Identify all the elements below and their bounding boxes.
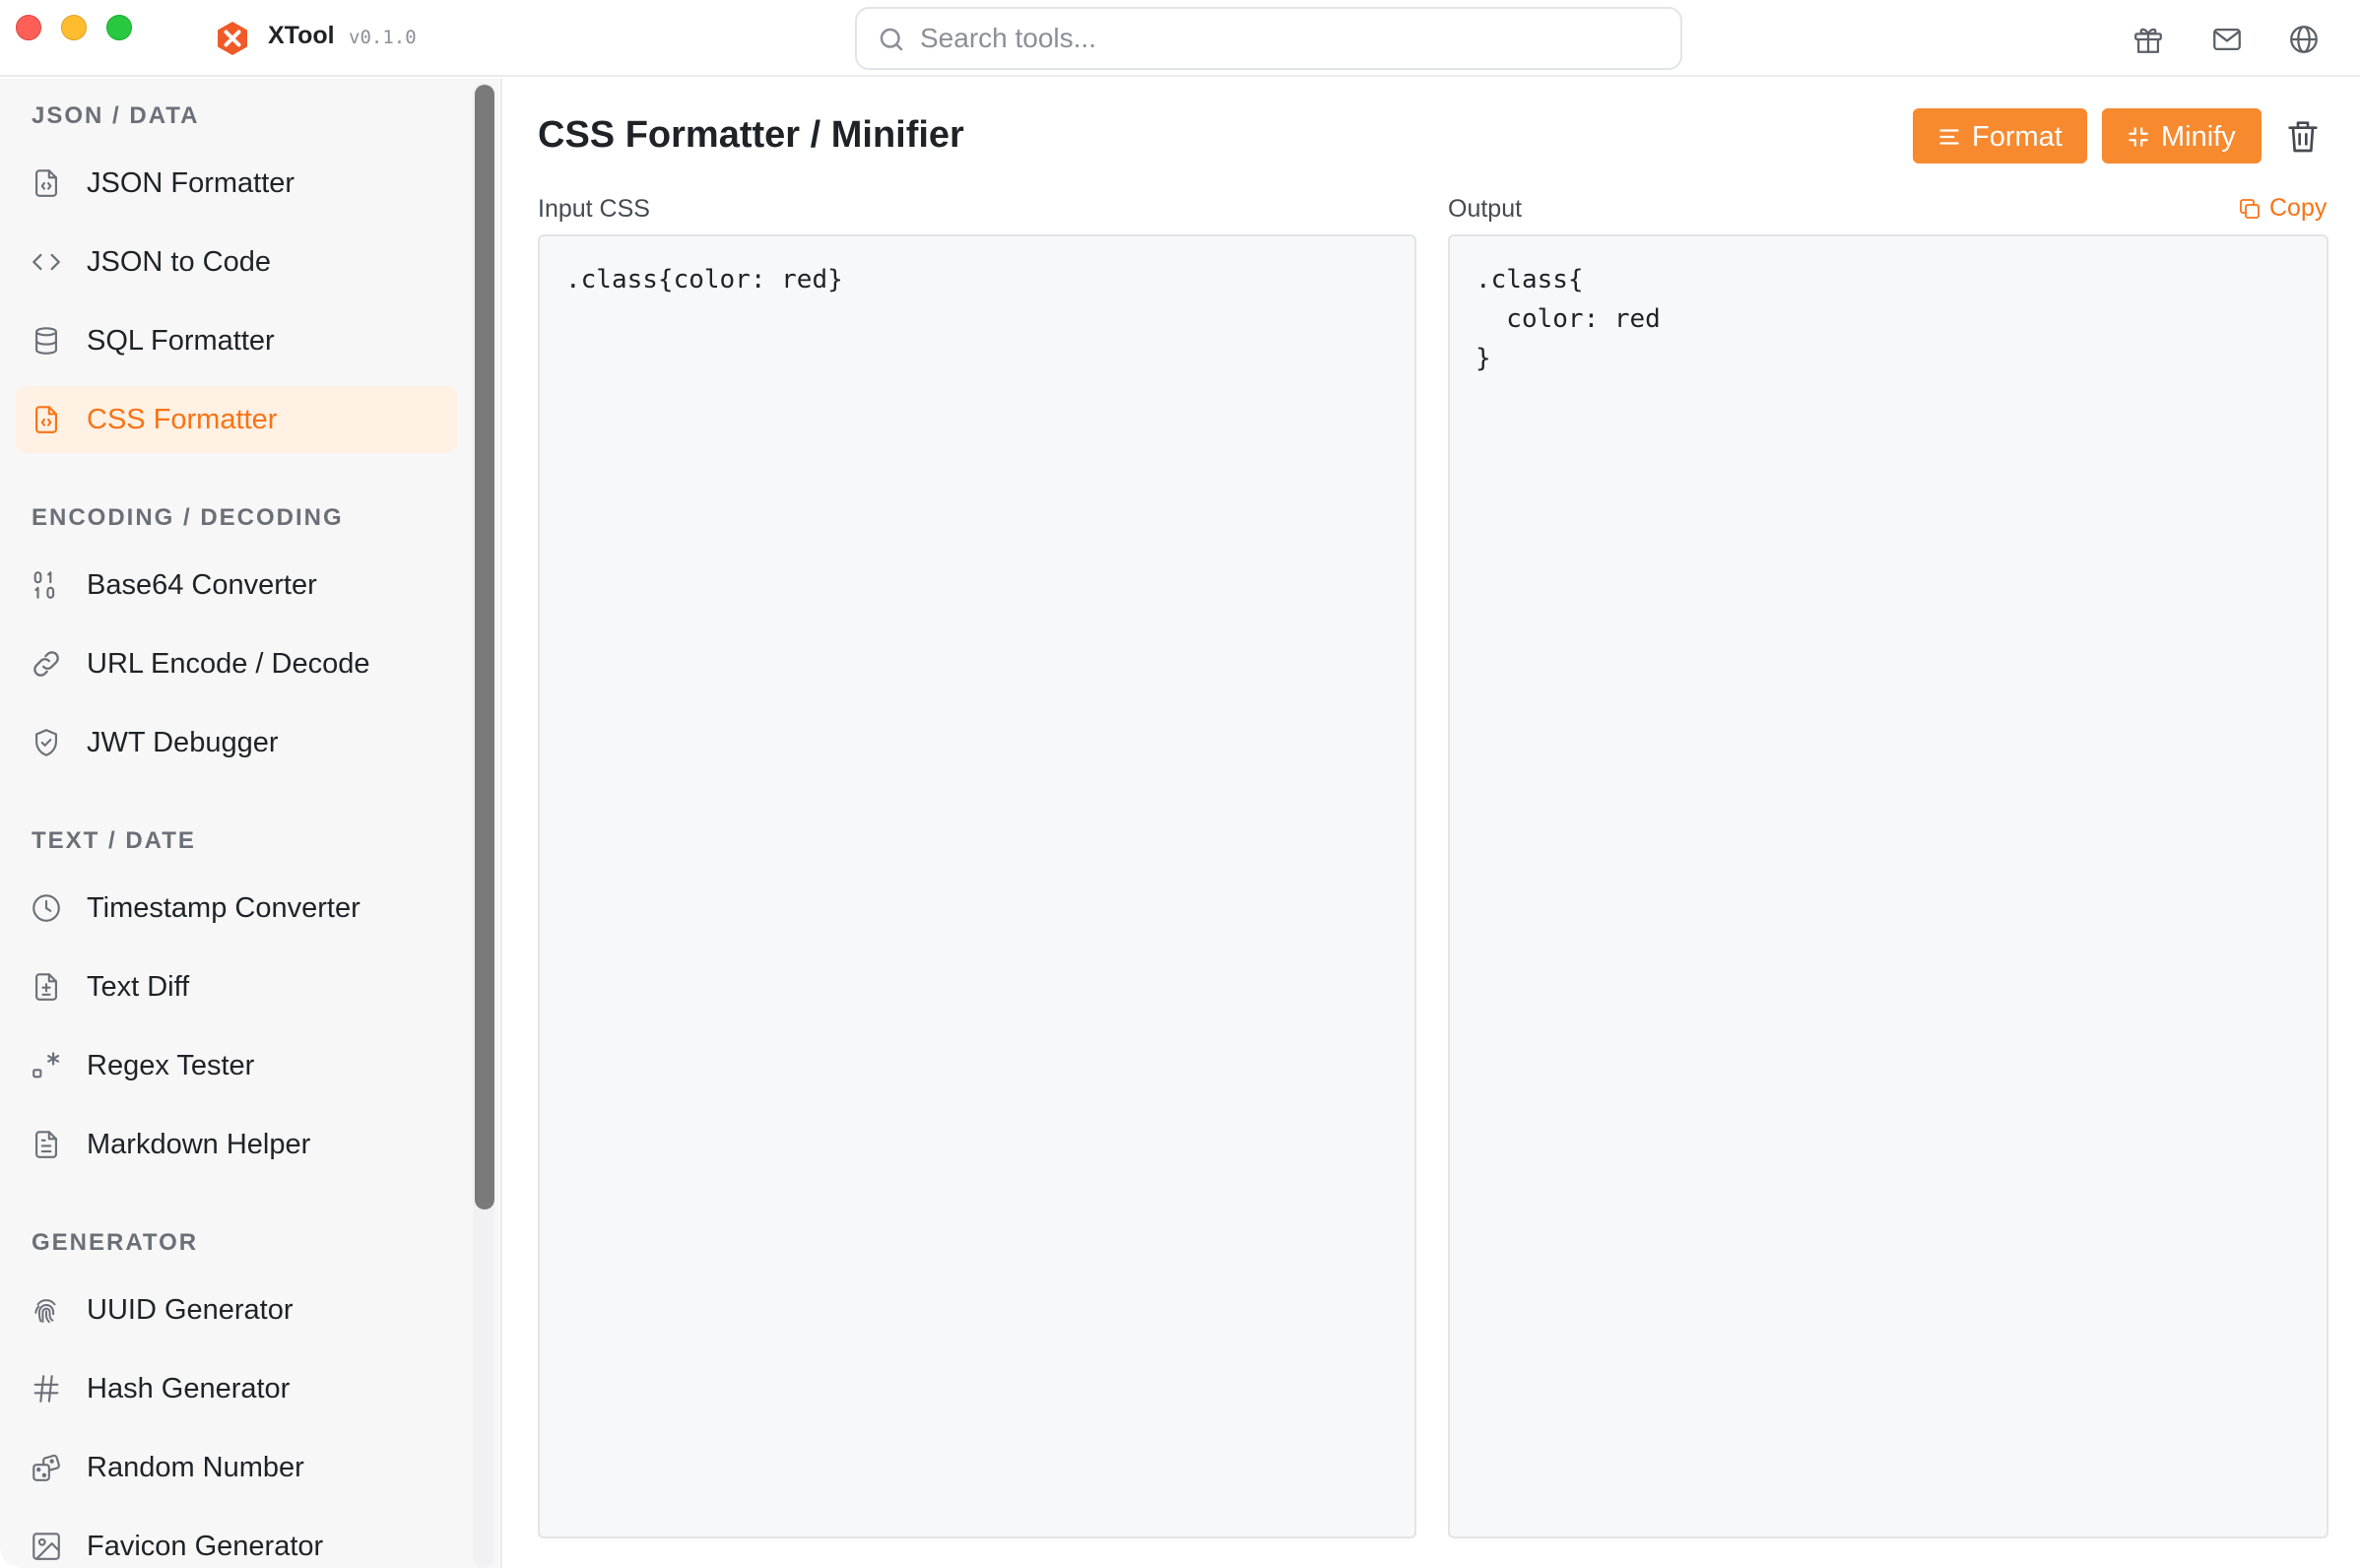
sidebar-item-sql-formatter[interactable]: SQL Formatter <box>16 307 457 374</box>
page-title: CSS Formatter / Minifier <box>538 114 964 156</box>
title-bar: XTool v0.1.0 <box>0 0 2360 77</box>
copy-button-label: Copy <box>2269 194 2327 222</box>
search-icon <box>880 28 903 51</box>
app-name: XTool <box>268 22 335 49</box>
sidebar-item-hash-generator[interactable]: Hash Generator <box>16 1355 457 1422</box>
input-css-label: Input CSS <box>538 195 650 223</box>
globe-icon[interactable] <box>2287 23 2321 56</box>
sidebar-item-css-formatter[interactable]: CSS Formatter <box>16 386 457 453</box>
dice-icon <box>33 1454 60 1481</box>
sidebar-item-label: SQL Formatter <box>87 325 275 357</box>
image-icon <box>33 1533 60 1560</box>
copy-button[interactable]: Copy <box>2238 193 2356 225</box>
sidebar-scrollbar-thumb[interactable] <box>475 85 494 1209</box>
sidebar-item-text-diff[interactable]: Text Diff <box>16 953 457 1020</box>
sidebar-item-label: JWT Debugger <box>87 727 279 758</box>
section-title-text-date: TEXT / DATE <box>32 827 196 854</box>
file-code-icon <box>35 406 57 433</box>
format-button-label: Format <box>1972 121 2063 153</box>
sidebar-item-regex-tester[interactable]: Regex Tester <box>16 1032 457 1099</box>
sidebar-item-markdown-helper[interactable]: Markdown Helper <box>16 1111 457 1178</box>
sidebar-item-label: Hash Generator <box>87 1373 291 1405</box>
regex-icon <box>33 1052 60 1078</box>
section-title-generator: GENERATOR <box>32 1229 199 1256</box>
sidebar-item-label: Favicon Generator <box>87 1531 324 1562</box>
format-button[interactable]: Format <box>1913 108 2087 163</box>
file-code-icon <box>35 169 57 197</box>
sidebar-item-url-encode-decode[interactable]: URL Encode / Decode <box>16 630 457 697</box>
section-title-json-data: JSON / DATA <box>32 102 200 129</box>
sidebar-item-json-to-code[interactable]: JSON to Code <box>16 229 457 295</box>
sidebar-item-favicon-generator[interactable]: Favicon Generator <box>16 1513 457 1568</box>
input-css-editor[interactable]: .class{color: red} <box>538 234 1416 1538</box>
sidebar-item-uuid-generator[interactable]: UUID Generator <box>16 1276 457 1343</box>
sidebar-item-timestamp-converter[interactable]: Timestamp Converter <box>16 875 457 942</box>
app-window: XTool v0.1.0 JSON / DATA JSON Formatter <box>0 0 2360 1568</box>
sidebar-item-label: Timestamp Converter <box>87 892 361 924</box>
database-icon <box>35 327 57 355</box>
minify-button[interactable]: Minify <box>2102 108 2262 163</box>
copy-icon <box>2240 199 2260 219</box>
sidebar-item-jwt-debugger[interactable]: JWT Debugger <box>16 709 457 776</box>
main-content: CSS Formatter / Minifier Format Minify I… <box>504 79 2360 1568</box>
output-css-viewer[interactable]: .class{ color: red } <box>1448 234 2328 1538</box>
clock-icon <box>33 894 60 922</box>
minify-button-label: Minify <box>2161 121 2236 153</box>
sidebar-item-json-formatter[interactable]: JSON Formatter <box>16 150 457 217</box>
search-box[interactable] <box>855 7 1682 70</box>
align-left-icon <box>1939 129 1959 145</box>
window-zoom-button[interactable] <box>106 15 132 40</box>
section-title-encoding-decoding: ENCODING / DECODING <box>32 504 344 531</box>
sidebar-item-label: Text Diff <box>87 971 190 1003</box>
shield-check-icon <box>35 729 57 756</box>
file-text-icon <box>35 1131 57 1158</box>
hash-icon <box>33 1375 59 1403</box>
sidebar-item-label: CSS Formatter <box>87 404 278 435</box>
sidebar-item-label: Random Number <box>87 1452 304 1483</box>
window-close-button[interactable] <box>16 15 41 40</box>
sidebar-item-label: URL Encode / Decode <box>87 648 370 680</box>
mail-icon[interactable] <box>2210 23 2244 56</box>
xtool-logo-icon <box>218 22 247 55</box>
sidebar-item-label: Base64 Converter <box>87 569 317 601</box>
sidebar-item-label: Markdown Helper <box>87 1129 311 1160</box>
code-brackets-icon <box>33 253 60 271</box>
window-minimize-button[interactable] <box>61 15 87 40</box>
output-label: Output <box>1448 195 1523 223</box>
binary-icon <box>33 571 55 599</box>
app-version: v0.1.0 <box>349 27 417 48</box>
sidebar-item-label: JSON to Code <box>87 246 271 278</box>
minimize-icon <box>2129 127 2148 147</box>
sidebar-item-label: Regex Tester <box>87 1050 255 1081</box>
sidebar-item-base64-converter[interactable]: Base64 Converter <box>16 552 457 619</box>
fingerprint-icon <box>34 1299 56 1324</box>
file-diff-icon <box>35 973 57 1001</box>
search-input[interactable] <box>920 17 1649 60</box>
sidebar-item-label: UUID Generator <box>87 1294 294 1326</box>
trash-icon[interactable] <box>2283 116 2323 156</box>
sidebar-item-random-number[interactable]: Random Number <box>16 1434 457 1501</box>
sidebar-item-label: JSON Formatter <box>87 167 295 199</box>
sidebar: JSON / DATA JSON Formatter JSON to Code … <box>0 79 502 1568</box>
link-icon <box>33 651 59 677</box>
gift-icon[interactable] <box>2131 23 2165 56</box>
